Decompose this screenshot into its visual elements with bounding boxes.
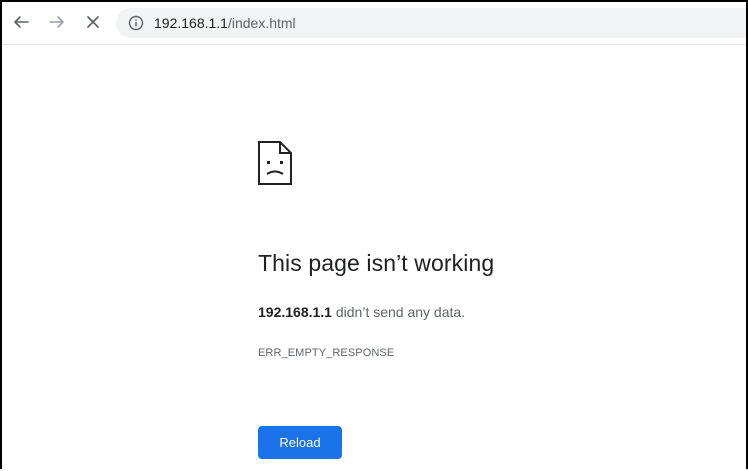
browser-window: 192.168.1.1/index.html This page isn’t w… bbox=[0, 0, 748, 469]
url-path: /index.html bbox=[227, 15, 296, 31]
forward-button[interactable] bbox=[46, 11, 68, 33]
error-code: ERR_EMPTY_RESPONSE bbox=[258, 347, 395, 359]
address-bar[interactable]: 192.168.1.1/index.html bbox=[116, 8, 746, 38]
stop-loading-button[interactable] bbox=[82, 11, 104, 33]
url-host: 192.168.1.1 bbox=[154, 15, 228, 31]
info-icon[interactable] bbox=[128, 15, 144, 31]
sad-page-icon bbox=[258, 141, 292, 185]
browser-toolbar: 192.168.1.1/index.html bbox=[2, 2, 746, 45]
url-text[interactable]: 192.168.1.1/index.html bbox=[154, 14, 296, 32]
arrow-left-icon bbox=[14, 16, 29, 28]
error-title: This page isn’t working bbox=[258, 250, 495, 276]
error-message: didn’t send any data. bbox=[331, 304, 466, 320]
error-page: This page isn’t working 192.168.1.1 didn… bbox=[2, 45, 746, 471]
back-button[interactable] bbox=[10, 11, 32, 33]
arrow-right-icon bbox=[49, 16, 64, 28]
close-icon bbox=[87, 16, 99, 28]
error-host: 192.168.1.1 bbox=[258, 304, 332, 320]
error-description: 192.168.1.1 didn’t send any data. bbox=[258, 304, 465, 320]
reload-button[interactable]: Reload bbox=[258, 426, 342, 459]
